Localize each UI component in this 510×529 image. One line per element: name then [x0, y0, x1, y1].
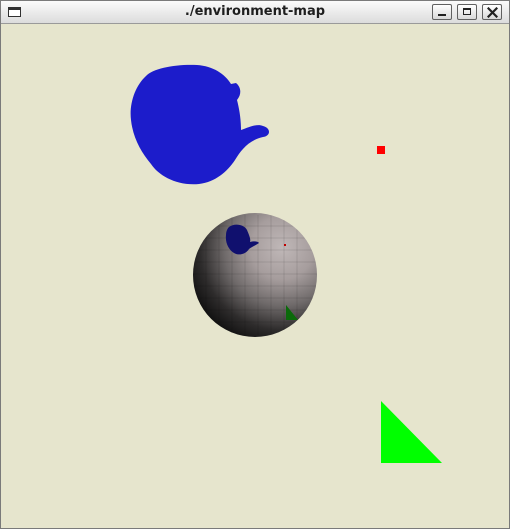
app-window: ./environment-map [0, 0, 510, 529]
title-bar[interactable]: ./environment-map [1, 1, 509, 24]
cube [377, 146, 385, 154]
close-button[interactable] [482, 4, 502, 20]
close-icon [487, 7, 498, 18]
cube-reflection [284, 244, 286, 246]
maximize-button[interactable] [457, 4, 477, 20]
minimize-button[interactable] [432, 4, 452, 20]
gl-canvas[interactable] [1, 24, 509, 528]
